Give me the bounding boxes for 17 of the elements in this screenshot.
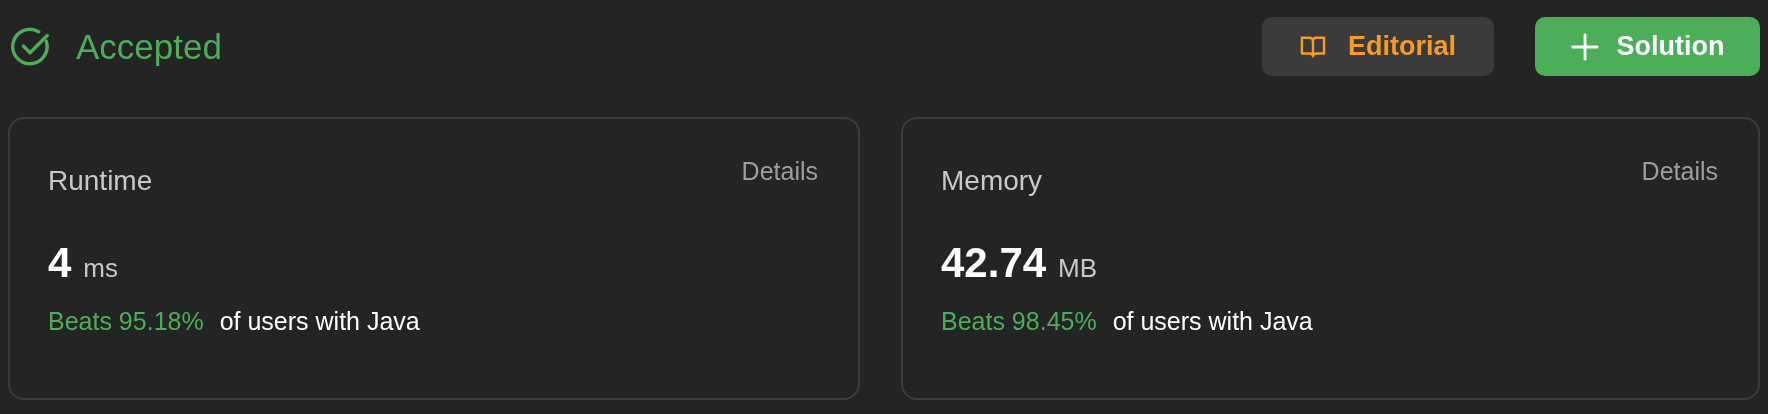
beats-caption: of users with Java	[1112, 307, 1313, 336]
book-icon	[1300, 34, 1326, 59]
card-title: Memory	[941, 165, 1043, 197]
beats-percentage: Beats 95.18%	[48, 307, 204, 336]
stat-unit: ms	[83, 253, 119, 284]
card-title: Runtime	[48, 165, 153, 197]
beats-caption: of users with Java	[219, 307, 420, 336]
check-circle-icon	[10, 25, 52, 68]
stat-value: 42.74	[941, 239, 1047, 287]
stat-unit: MB	[1058, 253, 1098, 284]
beats-percentage: Beats 98.45%	[941, 307, 1097, 336]
details-link[interactable]: Details	[1641, 157, 1718, 186]
plus-icon	[1570, 32, 1599, 61]
details-link[interactable]: Details	[741, 157, 818, 186]
editorial-button[interactable]: Editorial	[1262, 17, 1494, 76]
status-label: Accepted	[76, 26, 222, 67]
stat-value: 4	[48, 239, 72, 287]
